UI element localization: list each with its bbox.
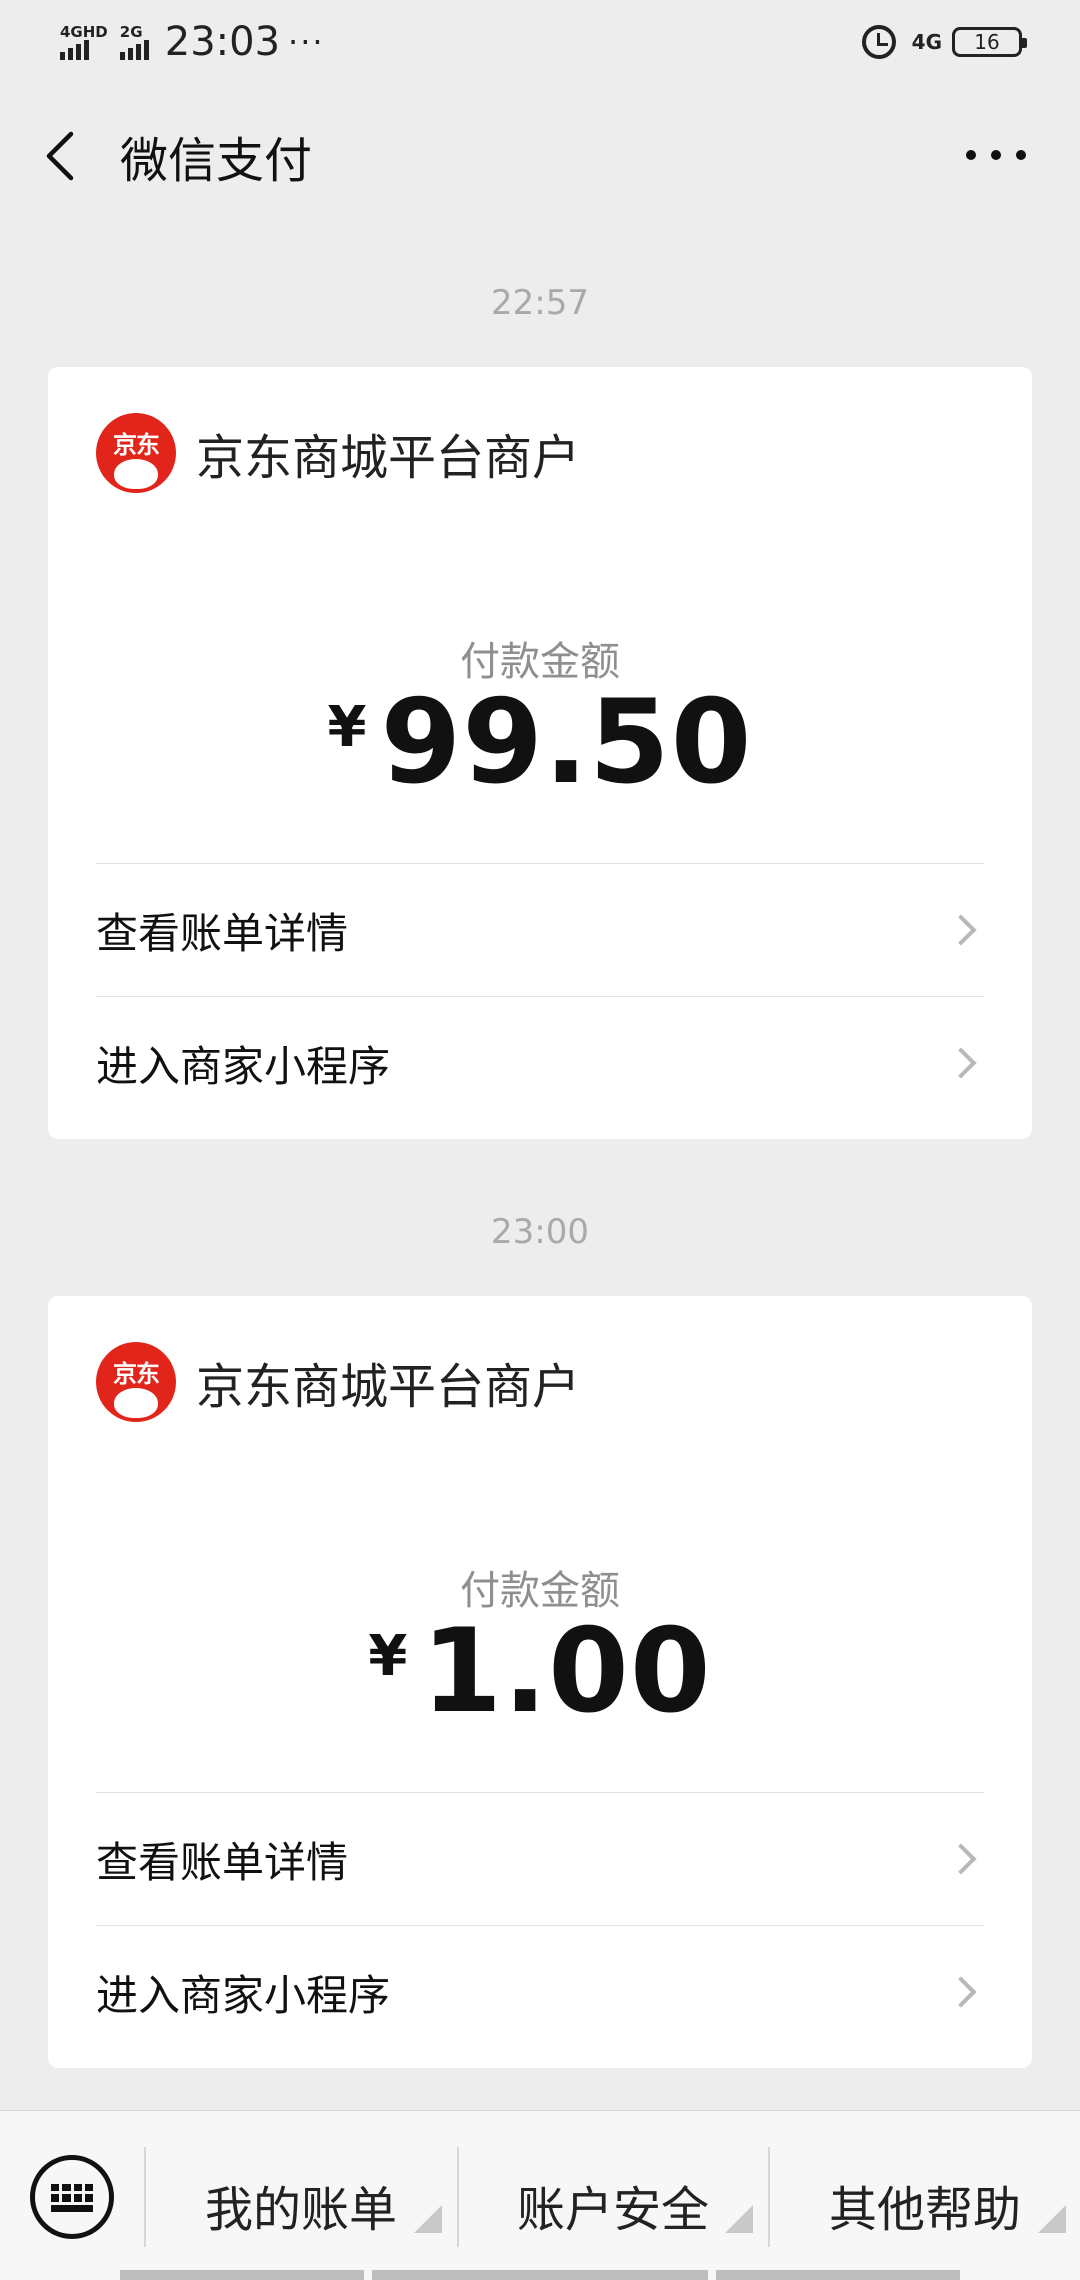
amount-value: 99.50 xyxy=(380,675,753,810)
alarm-icon xyxy=(861,25,896,59)
open-mini-program-row[interactable]: 进入商家小程序 xyxy=(96,1926,984,2058)
signal-sim2: 2G xyxy=(119,23,149,60)
chevron-left-icon xyxy=(46,131,74,181)
amount-display: ¥ 1.00 xyxy=(48,1612,1032,1732)
menu-other-help-label: 其他帮助 xyxy=(828,2182,1021,2238)
currency-symbol: ¥ xyxy=(368,1624,408,1689)
open-mini-program-label: 进入商家小程序 xyxy=(96,1970,391,2020)
signal-bars-icon xyxy=(60,40,89,60)
open-mini-program-label: 进入商家小程序 xyxy=(96,1041,391,1091)
menu-my-bills[interactable]: 我的账单 xyxy=(146,2155,456,2255)
currency-symbol: ¥ xyxy=(327,695,367,760)
chevron-right-icon xyxy=(945,1047,977,1079)
signal-bars-icon xyxy=(119,40,149,60)
chevron-right-icon xyxy=(945,1843,977,1875)
submenu-indicator-icon xyxy=(414,2205,442,2233)
status-time: 23:03 xyxy=(164,19,281,65)
merchant-row[interactable]: 京东 京东商城平台商户 xyxy=(96,413,580,493)
view-bill-details-row[interactable]: 查看账单详情 xyxy=(96,1793,984,1925)
menu-my-bills-label: 我的账单 xyxy=(204,2182,397,2238)
scroll-indicator xyxy=(372,2270,708,2280)
jd-logo-icon: 京东 xyxy=(96,413,176,493)
view-bill-details-label: 查看账单详情 xyxy=(96,908,349,958)
signal-sim1: 4GHD xyxy=(60,24,108,60)
payment-card: 京东 京东商城平台商户 付款金额 ¥ 1.00 查看账单详情 进入商家小程序 xyxy=(48,1296,1032,2068)
title-bar: 微信支付 xyxy=(0,84,1080,228)
message-time: 22:57 xyxy=(491,283,589,323)
merchant-logo-text: 京东 xyxy=(113,431,160,459)
merchant-logo-text: 京东 xyxy=(113,1360,160,1388)
merchant-name: 京东商城平台商户 xyxy=(196,1359,581,1415)
chevron-right-icon xyxy=(945,1976,977,2008)
bottom-menu-bar: 我的账单 账户安全 其他帮助 xyxy=(0,2110,1080,2280)
signal-sim2-label: 2G xyxy=(119,23,143,41)
wechat-pay-screen: 4GHD 2G 23:03 ··· 4G 16 微信支付 22:57 京东 京东… xyxy=(0,0,1080,2280)
payment-card: 京东 京东商城平台商户 付款金额 ¥ 99.50 查看账单详情 进入商家小程序 xyxy=(48,367,1032,1139)
scroll-indicator xyxy=(716,2270,960,2280)
merchant-row[interactable]: 京东 京东商城平台商户 xyxy=(96,1342,580,1422)
signal-sim1-label: 4GHD xyxy=(60,23,108,41)
status-right: 4G 16 xyxy=(861,25,1027,59)
status-more-dots: ··· xyxy=(288,23,325,61)
amount-value: 1.00 xyxy=(421,1604,712,1739)
status-bar: 4GHD 2G 23:03 ··· 4G 16 xyxy=(0,0,1080,84)
battery-level: 16 xyxy=(974,30,1000,54)
page-title: 微信支付 xyxy=(120,133,313,189)
chevron-right-icon xyxy=(945,914,977,946)
submenu-indicator-icon xyxy=(1038,2205,1066,2233)
scroll-indicator xyxy=(120,2270,364,2280)
menu-account-security[interactable]: 账户安全 xyxy=(459,2155,767,2255)
more-options-icon[interactable] xyxy=(966,140,1026,170)
status-left: 4GHD 2G 23:03 ··· xyxy=(60,19,325,65)
menu-account-security-label: 账户安全 xyxy=(516,2182,709,2238)
keyboard-icon xyxy=(51,2184,93,2212)
message-time: 23:00 xyxy=(491,1212,589,1252)
view-bill-details-row[interactable]: 查看账单详情 xyxy=(96,864,984,996)
submenu-indicator-icon xyxy=(725,2205,753,2233)
view-bill-details-label: 查看账单详情 xyxy=(96,1837,349,1887)
open-mini-program-row[interactable]: 进入商家小程序 xyxy=(96,997,984,1129)
menu-other-help[interactable]: 其他帮助 xyxy=(770,2155,1080,2255)
back-button[interactable] xyxy=(0,84,120,228)
jd-logo-icon: 京东 xyxy=(96,1342,176,1422)
merchant-name: 京东商城平台商户 xyxy=(196,430,581,486)
battery-icon: 16 xyxy=(952,27,1027,57)
network-type: 4G xyxy=(911,30,942,54)
keyboard-toggle-button[interactable] xyxy=(30,2155,114,2239)
amount-display: ¥ 99.50 xyxy=(48,683,1032,803)
